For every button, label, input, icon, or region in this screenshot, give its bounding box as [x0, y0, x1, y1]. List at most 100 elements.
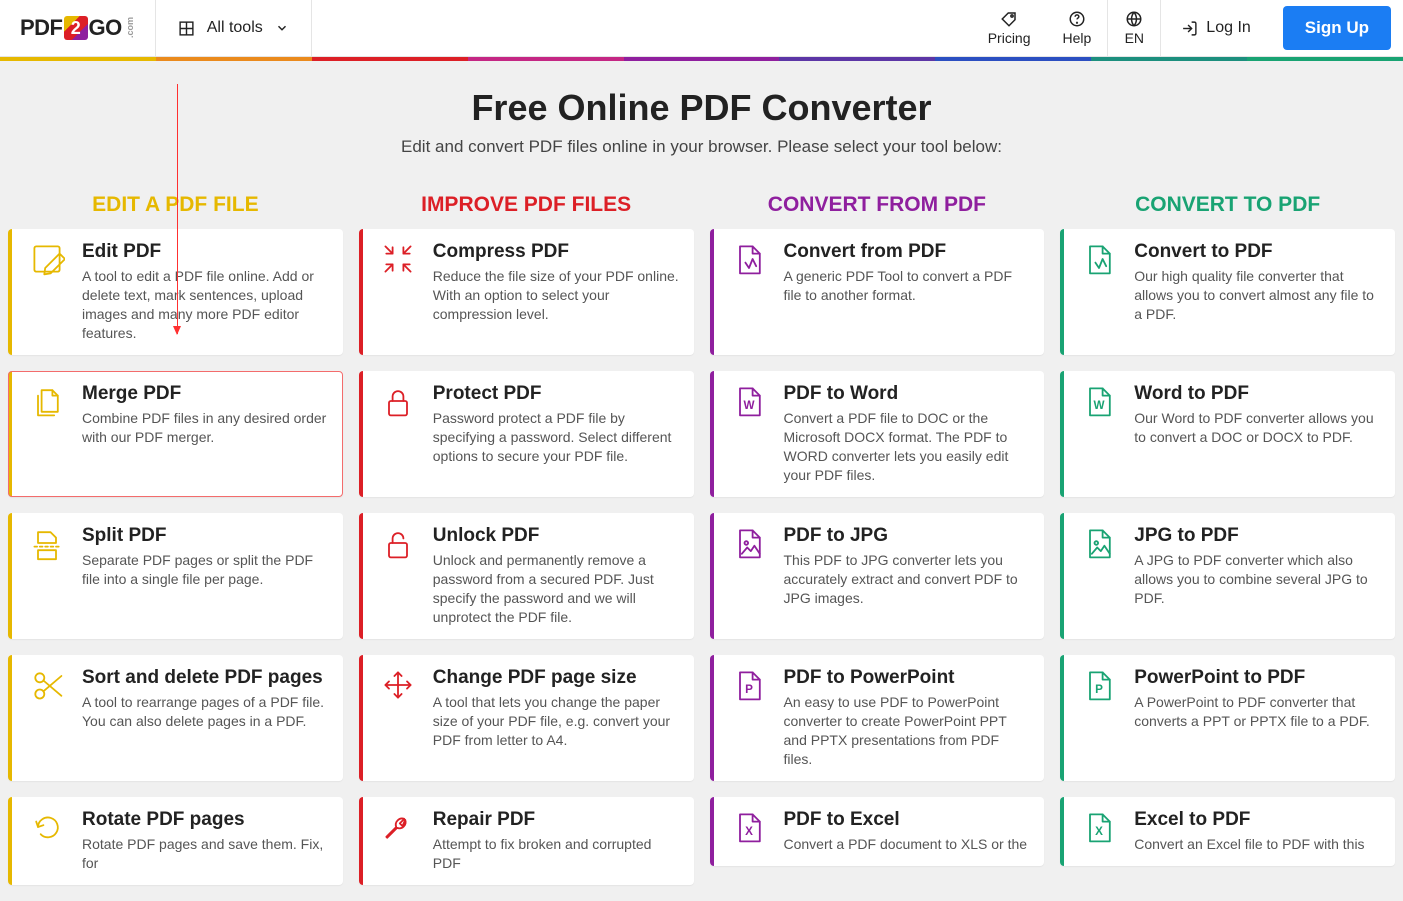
login-icon [1181, 20, 1198, 37]
tool-card[interactable]: Rotate PDF pagesRotate PDF pages and sav… [8, 797, 343, 885]
card-desc: A PowerPoint to PDF converter that conve… [1134, 693, 1381, 731]
annotation-arrow [177, 84, 178, 334]
card-title: Compress PDF [433, 241, 680, 263]
file-x-icon [1064, 797, 1134, 866]
file-img-icon [714, 513, 784, 639]
card-body: PDF to PowerPoint An easy to use PDF to P… [784, 655, 1045, 781]
card-body: Sort and delete PDF pagesA tool to rearr… [82, 655, 343, 781]
tool-card[interactable]: Merge PDFCombine PDF files in any desire… [8, 371, 343, 497]
pricing-link[interactable]: Pricing [972, 0, 1047, 56]
column-title: CONVERT TO PDF [1060, 193, 1395, 217]
tool-card[interactable]: Split PDFSeparate PDF pages or split the… [8, 513, 343, 639]
tool-card[interactable]: Repair PDFAttempt to fix broken and corr… [359, 797, 694, 885]
file-pdf-icon [714, 229, 784, 355]
card-title: PDF to Excel [784, 809, 1031, 831]
brand-mid: 2 [64, 16, 88, 40]
file-p-icon [1064, 655, 1134, 781]
hero: Free Online PDF Converter Edit and conve… [0, 61, 1403, 175]
card-desc: A JPG to PDF converter which also allows… [1134, 551, 1381, 608]
column-edit: EDIT A PDF FILE Edit PDFA tool to edit a … [8, 175, 343, 901]
card-desc: Convert a PDF file to DOC or the Microso… [784, 409, 1031, 485]
card-desc: Rotate PDF pages and save them. Fix, for [82, 835, 329, 873]
help-icon [1067, 10, 1087, 28]
card-title: JPG to PDF [1134, 525, 1381, 547]
card-title: Unlock PDF [433, 525, 680, 547]
column-to: CONVERT TO PDF Convert to PDFOur high qua… [1060, 175, 1395, 901]
card-body: Word to PDFOur Word to PDF converter all… [1134, 371, 1395, 497]
file-img-icon [1064, 513, 1134, 639]
card-body: Rotate PDF pagesRotate PDF pages and sav… [82, 797, 343, 885]
brand-suffix: .com [125, 17, 135, 38]
column-title: EDIT A PDF FILE [8, 193, 343, 217]
card-title: Change PDF page size [433, 667, 680, 689]
tool-card[interactable]: Convert to PDFOur high quality file conv… [1060, 229, 1395, 355]
signup-wrap: Sign Up [1271, 0, 1403, 56]
file-pdf-icon [1064, 229, 1134, 355]
tool-card[interactable]: JPG to PDF A JPG to PDF converter which a… [1060, 513, 1395, 639]
card-title: Convert from PDF [784, 241, 1031, 263]
tool-card[interactable]: Word to PDFOur Word to PDF converter all… [1060, 371, 1395, 497]
brand-pre: PDF [20, 15, 63, 41]
card-body: Merge PDFCombine PDF files in any desire… [82, 371, 343, 497]
card-body: Protect PDFPassword protect a PDF file b… [433, 371, 694, 497]
card-body: Excel to PDFConvert an Excel file to PDF… [1134, 797, 1395, 866]
card-body: Convert to PDFOur high quality file conv… [1134, 229, 1395, 355]
chevron-down-icon [275, 21, 289, 35]
tool-card[interactable]: Sort and delete PDF pagesA tool to rearr… [8, 655, 343, 781]
language-switch[interactable]: EN [1108, 0, 1160, 56]
file-w-icon [1064, 371, 1134, 497]
card-body: Compress PDFReduce the file size of your… [433, 229, 694, 355]
column-from: CONVERT FROM PDFConvert from PDFA generi… [710, 175, 1045, 901]
card-body: Repair PDFAttempt to fix broken and corr… [433, 797, 694, 885]
card-body: PDF to Excel Convert a PDF document to XL… [784, 797, 1045, 866]
card-desc: A tool to rearrange pages of a PDF file.… [82, 693, 329, 731]
column-title: IMPROVE PDF FILES [359, 193, 694, 217]
tool-card[interactable]: Unlock PDFUnlock and permanently remove … [359, 513, 694, 639]
card-desc: A generic PDF Tool to convert a PDF file… [784, 267, 1031, 305]
card-title: PDF to PowerPoint [784, 667, 1031, 689]
all-tools-label: All tools [207, 19, 263, 37]
card-body: JPG to PDF A JPG to PDF converter which a… [1134, 513, 1395, 639]
file-x-icon [714, 797, 784, 866]
copy-files-icon [12, 371, 82, 497]
tool-card[interactable]: Edit PDFA tool to edit a PDF file online… [8, 229, 343, 355]
card-title: Protect PDF [433, 383, 680, 405]
tool-card[interactable]: Protect PDFPassword protect a PDF file b… [359, 371, 694, 497]
card-body: PDF to WordConvert a PDF file to DOC or … [784, 371, 1045, 497]
card-title: Split PDF [82, 525, 329, 547]
card-desc: This PDF to JPG converter lets you accur… [784, 551, 1031, 608]
tool-card[interactable]: Compress PDFReduce the file size of your… [359, 229, 694, 355]
grid-icon [178, 20, 195, 37]
all-tools-menu[interactable]: All tools [156, 0, 312, 56]
tool-card[interactable]: Change PDF page size A tool that lets you… [359, 655, 694, 781]
brand-logo[interactable]: PDF 2 GO .com [0, 0, 156, 56]
page-subtitle: Edit and convert PDF files online in you… [0, 137, 1403, 157]
card-title: PDF to JPG [784, 525, 1031, 547]
tool-card[interactable]: PDF to JPG This PDF to JPG converter lets… [710, 513, 1045, 639]
card-body: Split PDFSeparate PDF pages or split the… [82, 513, 343, 639]
card-desc: An easy to use PDF to PowerPoint convert… [784, 693, 1031, 769]
tool-card[interactable]: Excel to PDFConvert an Excel file to PDF… [1060, 797, 1395, 866]
card-desc: Combine PDF files in any desired order w… [82, 409, 329, 447]
login-button[interactable]: Log In [1161, 0, 1270, 56]
card-desc: A tool that lets you change the paper si… [433, 693, 680, 750]
signup-button[interactable]: Sign Up [1283, 6, 1391, 50]
help-link[interactable]: Help [1047, 0, 1108, 56]
scissors-icon [12, 655, 82, 781]
tool-card[interactable]: Convert from PDF A generic PDF Tool to co… [710, 229, 1045, 355]
card-body: Convert from PDF A generic PDF Tool to co… [784, 229, 1045, 355]
tool-card[interactable]: PDF to WordConvert a PDF file to DOC or … [710, 371, 1045, 497]
card-body: Change PDF page size A tool that lets you… [433, 655, 694, 781]
split-file-icon [12, 513, 82, 639]
tool-card[interactable]: PowerPoint to PDFA PowerPoint to PDF con… [1060, 655, 1395, 781]
help-label: Help [1063, 30, 1092, 46]
tool-card[interactable]: PDF to Excel Convert a PDF document to XL… [710, 797, 1045, 866]
card-body: Edit PDFA tool to edit a PDF file online… [82, 229, 343, 355]
top-nav: PDF 2 GO .com All tools Pricing Help EN … [0, 0, 1403, 57]
card-desc: Convert a PDF document to XLS or the [784, 835, 1031, 854]
card-desc: Our Word to PDF converter allows you to … [1134, 409, 1381, 447]
tool-card[interactable]: PDF to PowerPoint An easy to use PDF to P… [710, 655, 1045, 781]
column-improve: IMPROVE PDF FILES Compress PDFReduce the … [359, 175, 694, 901]
brand-post: GO [89, 15, 122, 41]
card-desc: Convert an Excel file to PDF with this [1134, 835, 1381, 854]
